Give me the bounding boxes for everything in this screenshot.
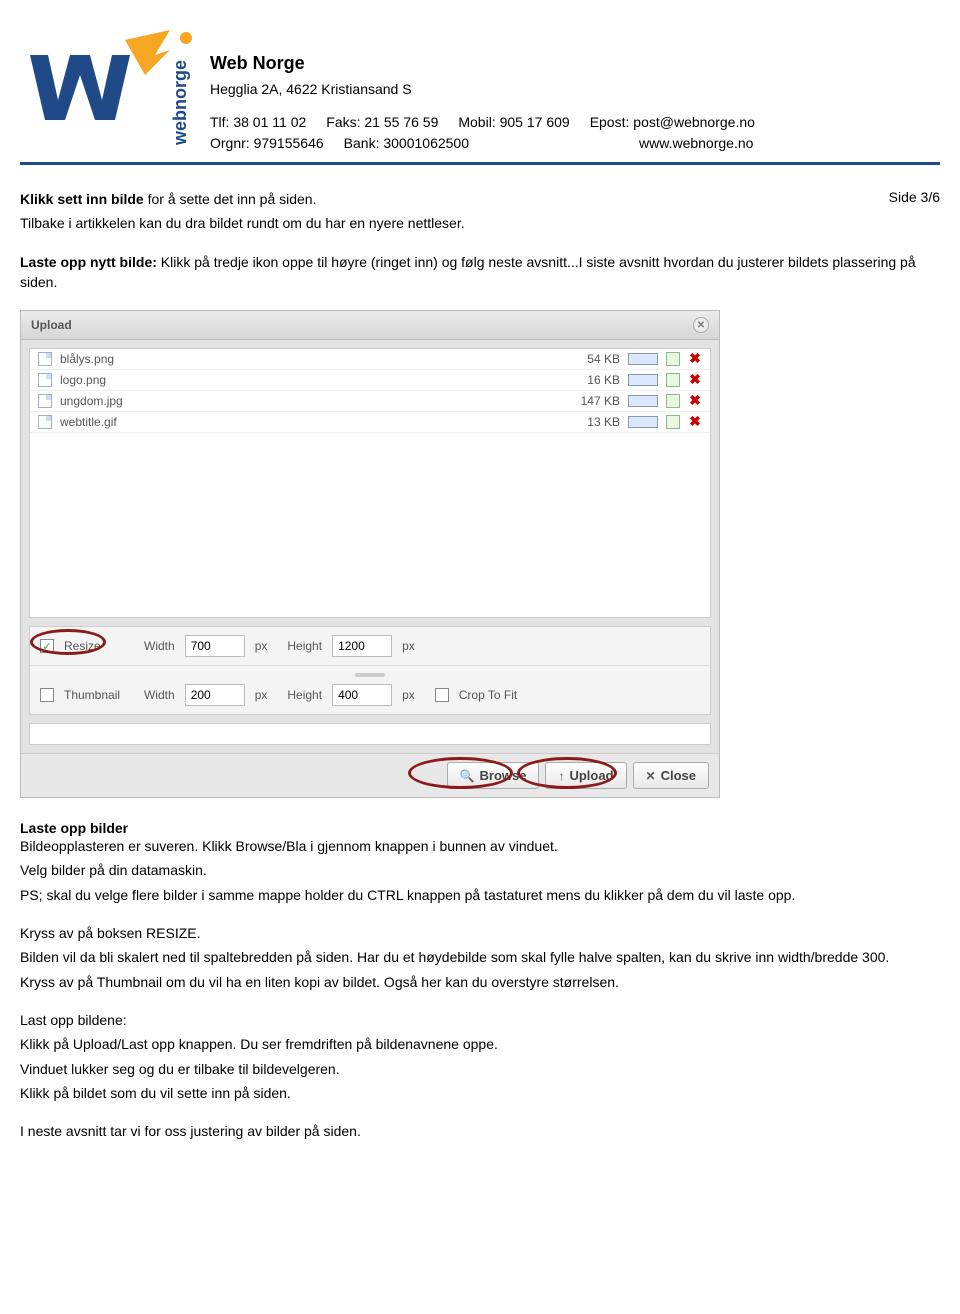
thumbnail-label: Thumbnail: [64, 688, 134, 702]
file-size: 147 KB: [550, 394, 620, 408]
body-text: Bilden vil da bli skalert ned til spalte…: [20, 947, 940, 967]
resize-width-input[interactable]: [185, 635, 245, 657]
crop-checkbox[interactable]: [435, 688, 449, 702]
progress-bar: [628, 416, 658, 428]
delete-icon[interactable]: ✖: [688, 373, 702, 387]
upload-title: Upload: [31, 318, 72, 332]
file-size: 13 KB: [550, 415, 620, 429]
file-row: logo.png 16 KB ✖: [30, 370, 710, 391]
search-icon: 🔍: [460, 769, 475, 783]
company-info: Web Norge Hegglia 2A, 4622 Kristiansand …: [210, 20, 755, 154]
section-title: Laste opp bilder: [20, 820, 940, 836]
progress-bar: [628, 353, 658, 365]
body-text: Klikk på Upload/Last opp knappen. Du ser…: [20, 1034, 940, 1054]
file-size: 16 KB: [550, 373, 620, 387]
upload-titlebar: Upload ✕: [21, 311, 719, 340]
file-icon: [38, 352, 52, 366]
body-text: Klikk på bildet som du vil sette inn på …: [20, 1083, 940, 1103]
intro-line-3: Laste opp nytt bilde: Klikk på tredje ik…: [20, 252, 940, 293]
resize-label: Resize: [64, 639, 134, 653]
upload-buttons: 🔍 Browse ↑ Upload ✕ Close: [21, 753, 719, 797]
upload-options: ✓ Resize Width px Height px Thumbnail Wi…: [29, 626, 711, 715]
close-button[interactable]: ✕ Close: [633, 762, 709, 789]
progress-bar: [628, 395, 658, 407]
thumbnail-row: Thumbnail Width px Height px Crop To Fit: [30, 676, 710, 714]
add-icon[interactable]: [666, 352, 680, 366]
company-address: Hegglia 2A, 4622 Kristiansand S: [210, 79, 755, 100]
contact-row-1: Tlf: 38 01 11 02 Faks: 21 55 76 59 Mobil…: [210, 112, 755, 133]
page-number: Side 3/6: [889, 189, 940, 205]
resize-checkbox[interactable]: ✓: [40, 639, 54, 653]
close-icon: ✕: [646, 769, 656, 783]
company-name: Web Norge: [210, 50, 755, 77]
file-name: blålys.png: [60, 352, 550, 366]
file-icon: [38, 415, 52, 429]
body-text: Vinduet lukker seg og du er tilbake til …: [20, 1059, 940, 1079]
divider: [20, 162, 940, 165]
body-text: I neste avsnitt tar vi for oss justering…: [20, 1121, 940, 1141]
intro-line-1: Klikk sett inn bilde for å sette det inn…: [20, 189, 940, 209]
logo: webnorge: [20, 20, 200, 153]
contact-row-2: Orgnr: 979155646 Bank: 30001062500 www.w…: [210, 133, 755, 154]
resize-row: ✓ Resize Width px Height px: [30, 627, 710, 666]
thumbnail-checkbox[interactable]: [40, 688, 54, 702]
file-icon: [38, 373, 52, 387]
file-name: webtitle.gif: [60, 415, 550, 429]
thumb-width-input[interactable]: [185, 684, 245, 706]
add-icon[interactable]: [666, 373, 680, 387]
thumb-height-input[interactable]: [332, 684, 392, 706]
body-text: Bildeopplasteren er suveren. Klikk Brows…: [20, 836, 940, 856]
upload-window: Upload ✕ blålys.png 54 KB ✖ logo.png 16 …: [20, 310, 720, 798]
body-text: Velg bilder på din datamaskin.: [20, 860, 940, 880]
browse-button[interactable]: 🔍 Browse: [447, 762, 540, 789]
add-icon[interactable]: [666, 415, 680, 429]
intro-line-2: Tilbake i artikkelen kan du dra bildet r…: [20, 213, 940, 233]
file-icon: [38, 394, 52, 408]
upload-icon: ↑: [558, 769, 564, 783]
body-text: Kryss av på boksen RESIZE.: [20, 923, 940, 943]
body-text: Kryss av på Thumbnail om du vil ha en li…: [20, 972, 940, 992]
file-row: blålys.png 54 KB ✖: [30, 349, 710, 370]
delete-icon[interactable]: ✖: [688, 352, 702, 366]
upload-button[interactable]: ↑ Upload: [545, 762, 626, 789]
delete-icon[interactable]: ✖: [688, 415, 702, 429]
path-bar[interactable]: [29, 723, 711, 745]
resize-height-input[interactable]: [332, 635, 392, 657]
file-name: logo.png: [60, 373, 550, 387]
delete-icon[interactable]: ✖: [688, 394, 702, 408]
add-icon[interactable]: [666, 394, 680, 408]
file-row: ungdom.jpg 147 KB ✖: [30, 391, 710, 412]
body-text: PS; skal du velge flere bilder i samme m…: [20, 885, 940, 905]
page-header: webnorge Web Norge Hegglia 2A, 4622 Kris…: [20, 20, 940, 154]
file-list: blålys.png 54 KB ✖ logo.png 16 KB ✖ ungd…: [29, 348, 711, 618]
file-row: webtitle.gif 13 KB ✖: [30, 412, 710, 433]
crop-label: Crop To Fit: [459, 688, 517, 702]
progress-bar: [628, 374, 658, 386]
svg-text:webnorge: webnorge: [170, 60, 190, 146]
body-text: Last opp bildene:: [20, 1010, 940, 1030]
close-icon[interactable]: ✕: [693, 317, 709, 333]
file-size: 54 KB: [550, 352, 620, 366]
file-name: ungdom.jpg: [60, 394, 550, 408]
